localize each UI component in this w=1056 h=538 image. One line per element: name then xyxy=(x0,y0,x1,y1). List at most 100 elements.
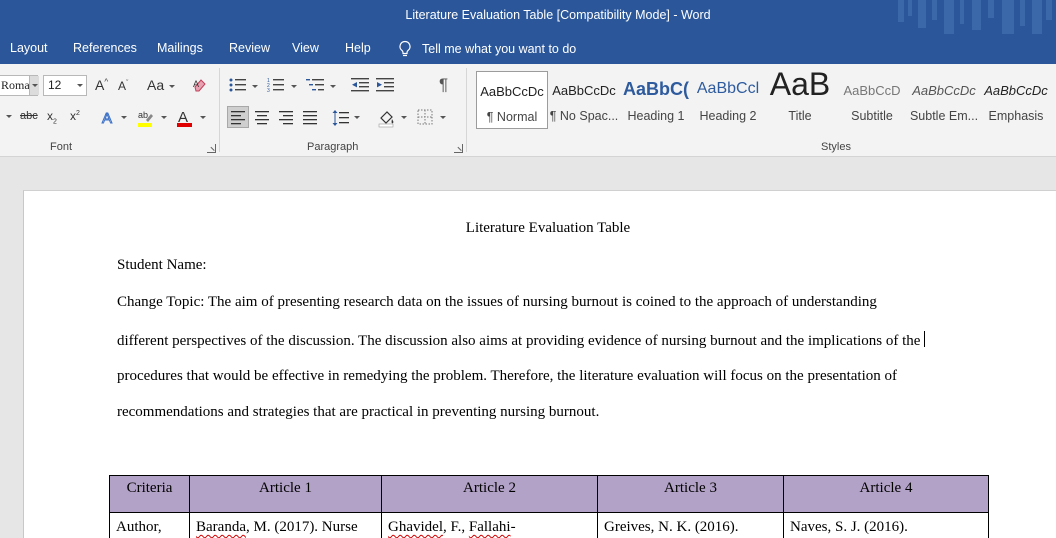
subscript-icon[interactable]: x2 xyxy=(47,109,57,125)
svg-text:A: A xyxy=(102,110,112,126)
style-sample: AaBbCcDc xyxy=(480,84,544,99)
bullets-icon[interactable] xyxy=(229,77,247,93)
highlight-color-icon[interactable]: ab xyxy=(136,108,156,128)
numbering-chevron-icon xyxy=(291,85,297,88)
text-cursor xyxy=(924,331,926,347)
align-right-icon[interactable] xyxy=(278,110,294,126)
tell-me-label: Tell me what you want to do xyxy=(422,41,577,56)
style-normal[interactable]: AaBbCcDc ¶ Normal xyxy=(476,71,548,129)
tab-layout[interactable]: Layout xyxy=(10,41,48,55)
line-spacing-icon[interactable] xyxy=(332,109,350,127)
paragraph-dialog-launcher[interactable] xyxy=(454,144,463,153)
text-effects-chevron-icon xyxy=(121,116,127,119)
show-formatting-marks-icon[interactable]: ¶ xyxy=(439,75,448,95)
topic-line: recommendations and strategies that are … xyxy=(117,404,600,420)
underline-chevron-icon xyxy=(6,115,12,118)
style-sample: AaB xyxy=(769,66,831,102)
highlight-chevron-icon xyxy=(161,116,167,119)
style-sample: AaBbCcDc xyxy=(552,83,616,98)
change-case-button[interactable]: Aa xyxy=(147,77,164,93)
font-size-value: 12 xyxy=(48,78,62,92)
tell-me-search[interactable]: Tell me what you want to do xyxy=(398,40,576,57)
student-name-line: Student Name: xyxy=(117,257,207,273)
style-name: ¶ No Spac... xyxy=(549,109,619,123)
style-sample: AaBbCcl xyxy=(696,80,760,97)
style-name: Heading 1 xyxy=(627,109,685,123)
style-name: ¶ Normal xyxy=(486,110,538,124)
topic-line: different perspectives of the discussion… xyxy=(117,331,926,350)
font-size-combo[interactable]: 12 xyxy=(43,75,87,96)
ribbon-tabs: Layout References Mailings Review View H… xyxy=(0,34,1056,64)
document-title: Literature Evaluation Table xyxy=(465,220,631,236)
separator xyxy=(466,68,467,152)
style-emphasis[interactable]: AaBbCcDc Emphasis xyxy=(980,71,1052,129)
misspelled-word: Baranda xyxy=(196,519,246,535)
svg-text:ab: ab xyxy=(138,110,148,120)
line-spacing-chevron-icon xyxy=(354,116,360,119)
style-no-spacing[interactable]: AaBbCcDc ¶ No Spac... xyxy=(548,71,620,129)
font-color-chevron-icon xyxy=(200,116,206,119)
table-header-cell: Criteria xyxy=(109,475,190,513)
tab-references[interactable]: References xyxy=(73,41,137,55)
style-name: Subtitle xyxy=(851,109,893,123)
misspelled-word: Fallahi xyxy=(468,519,511,535)
tab-review[interactable]: Review xyxy=(229,41,270,55)
title-bar: Literature Evaluation Table [Compatibili… xyxy=(0,0,1056,34)
style-sample: AaBbC( xyxy=(623,79,689,99)
borders-chevron-icon xyxy=(440,116,446,119)
style-sample: AaBbCcDc xyxy=(984,83,1048,98)
tab-view[interactable]: View xyxy=(292,41,319,55)
style-name: Heading 2 xyxy=(699,109,757,123)
style-title[interactable]: AaB Title xyxy=(764,66,836,129)
style-name: Emphasis xyxy=(988,109,1044,123)
table-header-row: Criteria Article 1 Article 2 Article 3 A… xyxy=(109,475,989,513)
font-dialog-launcher[interactable] xyxy=(207,144,216,153)
font-name-dropdown[interactable] xyxy=(29,76,39,95)
table-cell: Ghavidel, F., Fallahi- xyxy=(381,512,598,538)
change-case-chevron-icon xyxy=(169,85,175,88)
style-sample: AaBbCcD xyxy=(843,83,901,98)
paragraph-group-label: Paragraph xyxy=(307,141,359,153)
title-bar-pattern-icon xyxy=(898,0,1052,34)
cell-text: - xyxy=(510,519,516,535)
decrease-indent-icon[interactable] xyxy=(351,77,369,93)
multilevel-chevron-icon xyxy=(330,85,336,88)
styles-gallery: AaBbCcDc ¶ Normal AaBbCcDc ¶ No Spac... … xyxy=(474,66,1056,131)
svg-text:A: A xyxy=(193,79,199,89)
style-heading-2[interactable]: AaBbCcl Heading 2 xyxy=(692,71,764,129)
font-color-icon[interactable]: A xyxy=(176,108,194,128)
table-header-cell: Article 4 xyxy=(783,475,989,513)
table-row: Author, Baranda, M. (2017). Nurse Ghavid… xyxy=(109,512,989,538)
grow-font-icon[interactable]: A^ xyxy=(95,77,108,93)
clear-formatting-icon[interactable]: A xyxy=(192,77,208,93)
shading-icon[interactable] xyxy=(377,108,397,128)
tab-mailings[interactable]: Mailings xyxy=(157,41,203,55)
style-subtle-emphasis[interactable]: AaBbCcDc Subtle Em... xyxy=(908,71,980,129)
shading-chevron-icon xyxy=(401,116,407,119)
styles-group-label: Styles xyxy=(821,141,851,153)
increase-indent-icon[interactable] xyxy=(376,77,394,93)
align-left-button[interactable] xyxy=(227,106,249,128)
cell-text: , F., xyxy=(442,519,469,535)
table-cell: Naves, S. J. (2016). xyxy=(783,512,989,538)
style-heading-1[interactable]: AaBbC( Heading 1 xyxy=(620,71,692,129)
strikethrough-icon[interactable]: abc xyxy=(20,110,38,122)
table-header-cell: Article 1 xyxy=(189,475,382,513)
multilevel-list-icon[interactable] xyxy=(306,77,326,93)
table-header-cell: Article 3 xyxy=(597,475,784,513)
borders-icon[interactable] xyxy=(417,109,433,125)
style-name: Title xyxy=(788,109,812,123)
cell-text: , M. (2017). Nurse xyxy=(245,519,358,535)
style-subtitle[interactable]: AaBbCcD Subtitle xyxy=(836,71,908,129)
tab-help[interactable]: Help xyxy=(345,41,371,55)
lightbulb-icon xyxy=(399,40,411,57)
shrink-font-icon[interactable]: Aˇ xyxy=(118,79,128,93)
font-group-label: Font xyxy=(50,141,73,153)
text-effects-icon[interactable]: A xyxy=(100,108,118,127)
numbering-icon[interactable]: 1 2 3 xyxy=(267,77,285,93)
justify-icon[interactable] xyxy=(302,110,318,126)
table-cell: Baranda, M. (2017). Nurse xyxy=(189,512,382,538)
superscript-icon[interactable]: x2 xyxy=(70,109,80,123)
align-center-icon[interactable] xyxy=(254,110,270,126)
topic-line: procedures that would be effective in re… xyxy=(117,368,897,384)
